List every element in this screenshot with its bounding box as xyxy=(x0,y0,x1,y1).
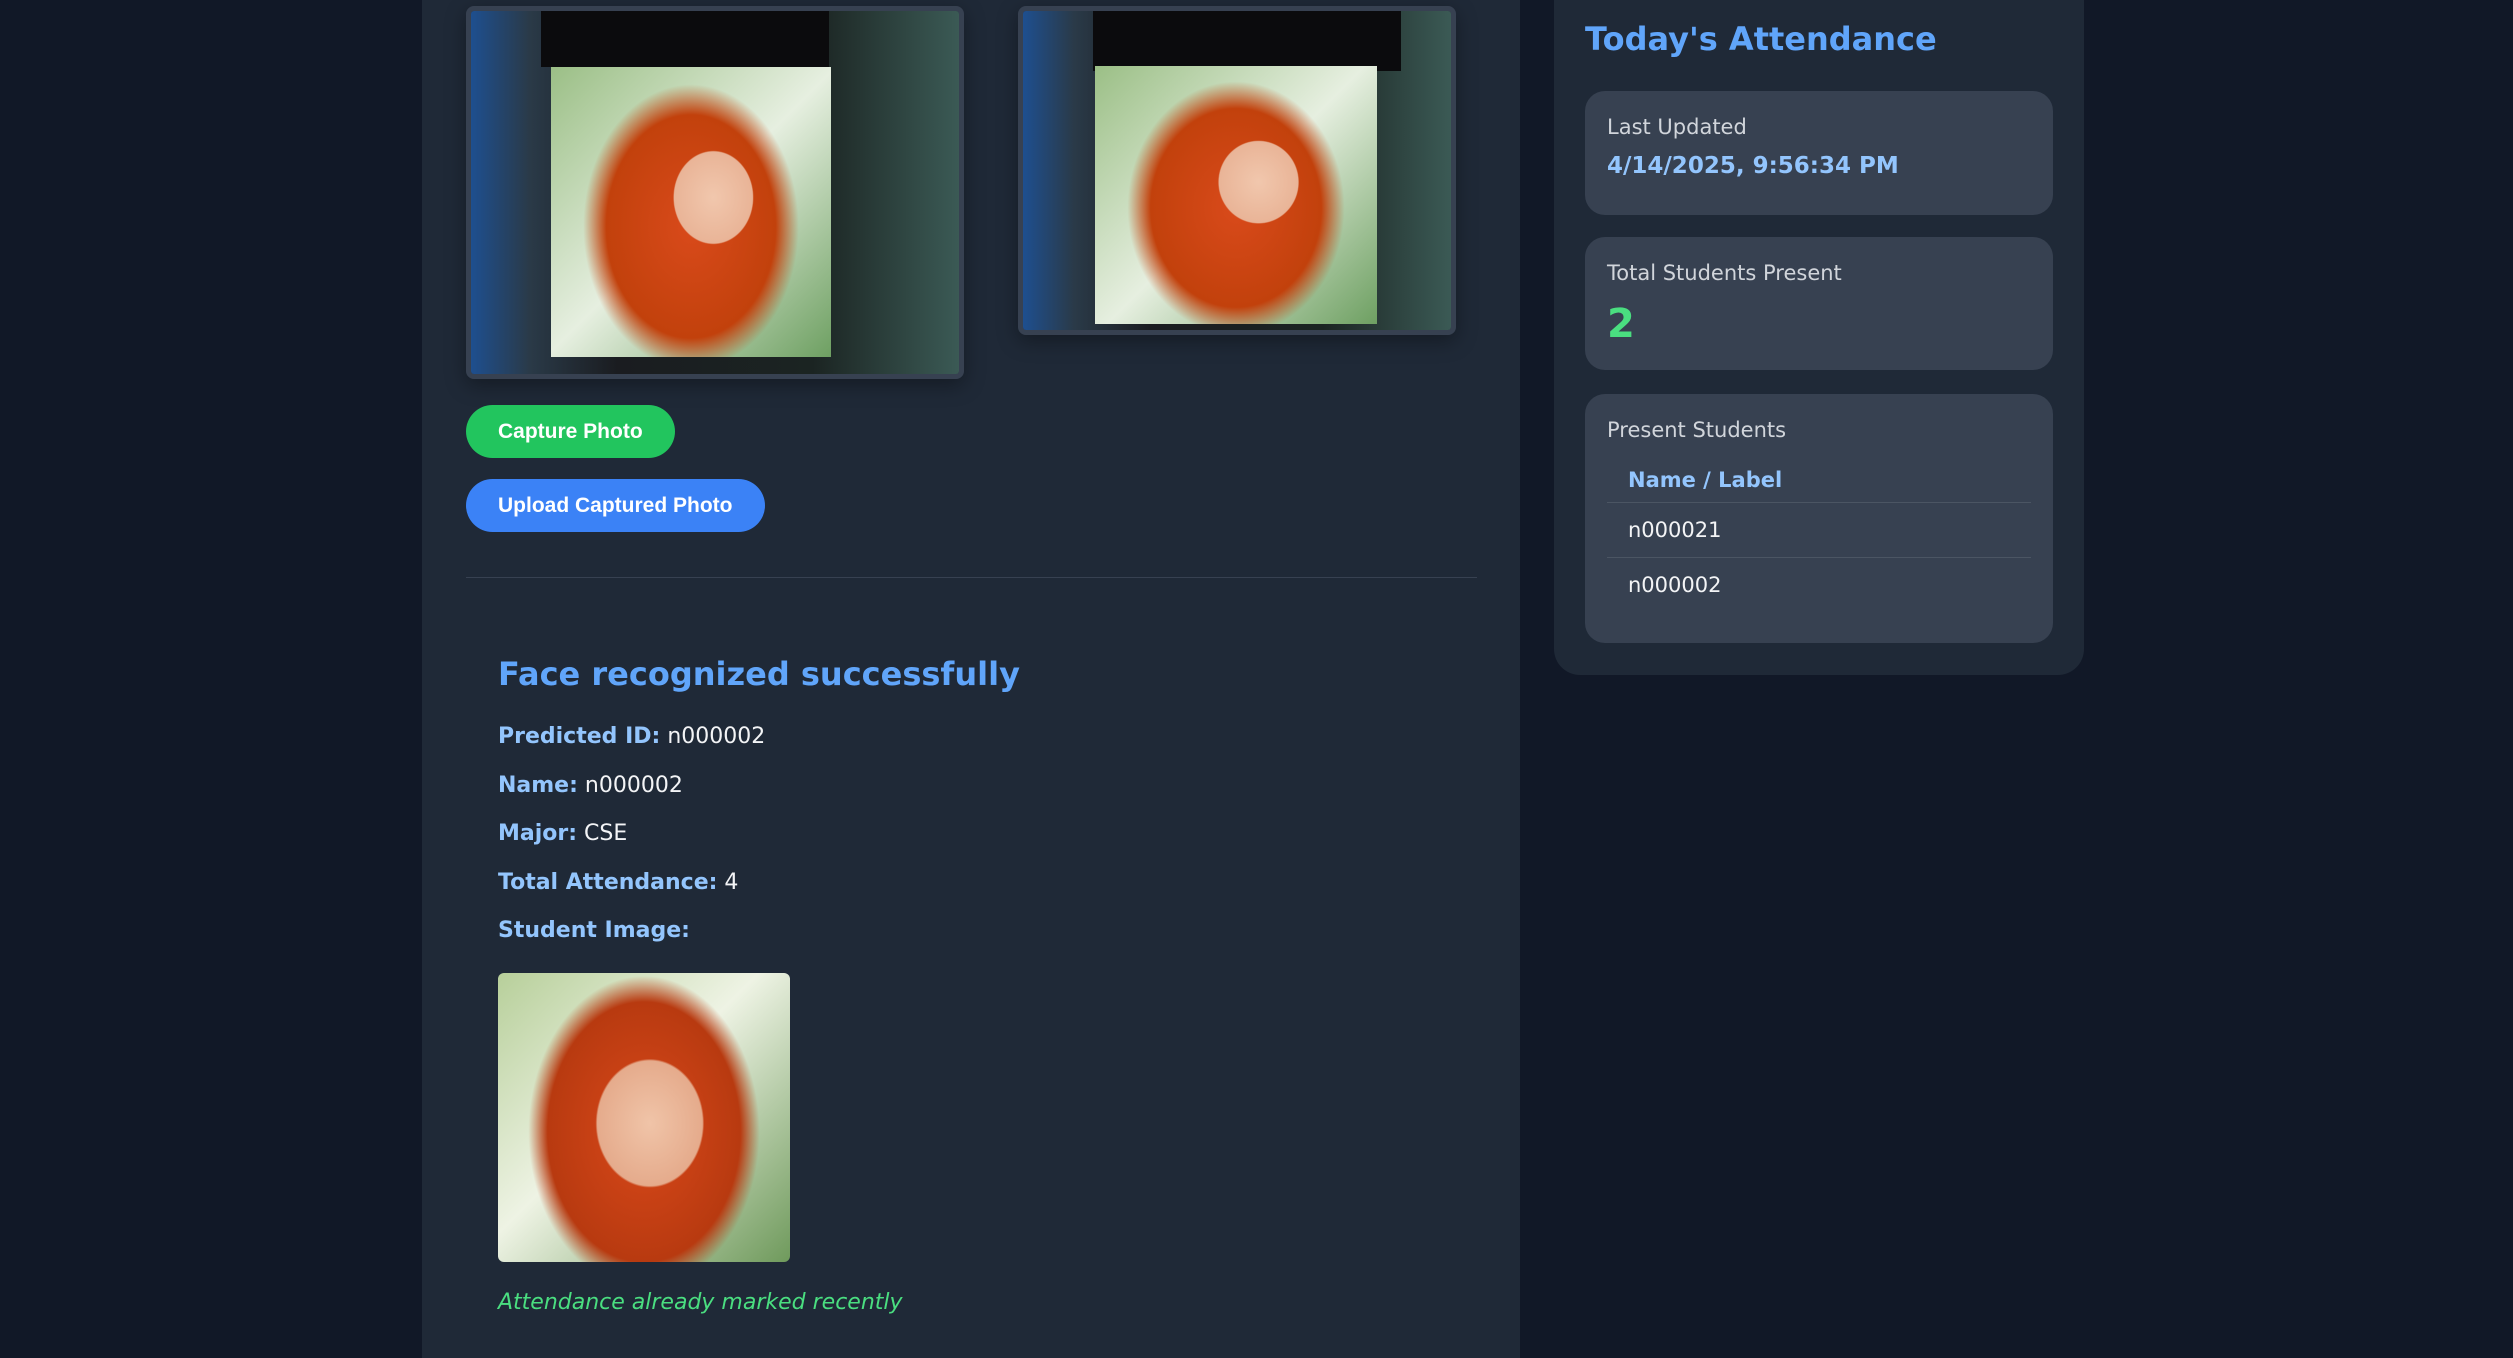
column-header-name: Name / Label xyxy=(1607,458,2031,503)
total-present-label: Total Students Present xyxy=(1607,261,1842,285)
upload-captured-photo-button[interactable]: Upload Captured Photo xyxy=(466,479,765,532)
name-label: Name: xyxy=(498,773,578,798)
capture-photo-button[interactable]: Capture Photo xyxy=(466,405,675,458)
name-value: n000002 xyxy=(584,773,683,798)
attendance-note: Attendance already marked recently xyxy=(498,1290,903,1315)
name-row: Name: n000002 xyxy=(498,773,683,798)
table-row: n000021 xyxy=(1607,503,2031,558)
attendance-value: 4 xyxy=(724,870,739,895)
predicted-id-label: Predicted ID: xyxy=(498,724,661,749)
present-students-card: Present Students Name / Label n000021 n0… xyxy=(1585,394,2053,643)
attendance-sidebar: Today's Attendance Last Updated 4/14/202… xyxy=(1554,0,2084,675)
result-title: Face recognized successfully xyxy=(498,655,1020,693)
major-label: Major: xyxy=(498,821,578,846)
present-students-table: Name / Label n000021 n000002 xyxy=(1607,458,2031,612)
sidebar-title: Today's Attendance xyxy=(1585,20,1937,58)
predicted-id-row: Predicted ID: n000002 xyxy=(498,724,765,749)
total-present-card: Total Students Present 2 xyxy=(1585,237,2053,370)
webcam-video xyxy=(466,6,964,379)
major-row: Major: CSE xyxy=(498,821,627,846)
divider xyxy=(466,577,1477,578)
student-image-row: Student Image: xyxy=(498,918,690,943)
last-updated-card: Last Updated 4/14/2025, 9:56:34 PM xyxy=(1585,91,2053,215)
attendance-label: Total Attendance: xyxy=(498,870,718,895)
last-updated-value: 4/14/2025, 9:56:34 PM xyxy=(1607,153,1899,179)
predicted-id-value: n000002 xyxy=(667,724,766,749)
last-updated-label: Last Updated xyxy=(1607,115,1747,139)
student-image xyxy=(498,973,790,1262)
captured-snapshot xyxy=(1018,6,1456,335)
present-students-label: Present Students xyxy=(1607,418,1787,442)
total-present-value: 2 xyxy=(1607,301,1635,347)
student-image-label: Student Image: xyxy=(498,918,690,943)
attendance-row: Total Attendance: 4 xyxy=(498,870,738,895)
major-value: CSE xyxy=(584,821,628,846)
table-row: n000002 xyxy=(1628,573,1722,597)
